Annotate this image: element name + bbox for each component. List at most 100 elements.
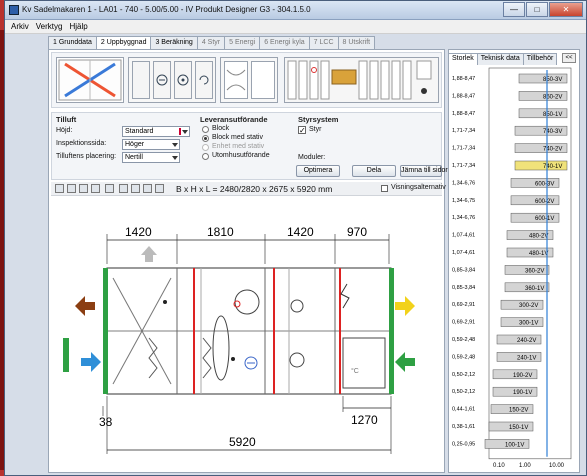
supply-air-arrow-icon (81, 352, 101, 372)
tab-energi[interactable]: 5 Energi (224, 36, 261, 49)
size-bar-label: 850-1V (543, 112, 562, 118)
tab-teknisk-data[interactable]: Teknisk data (476, 53, 524, 65)
size-row-range: 0,85-3,84 (452, 285, 475, 291)
lock-icon[interactable] (143, 184, 152, 193)
moduler-label: Moduler: (298, 154, 326, 161)
undo-icon[interactable] (131, 184, 140, 193)
radio-utomhus[interactable] (202, 153, 209, 160)
tab-uppbyggnad[interactable]: 2 Uppbyggnad (95, 36, 152, 50)
size-row-range: 0,69-2,91 (452, 320, 475, 326)
size-bar-label: 360-1V (525, 286, 544, 292)
refresh-icon (199, 75, 209, 85)
dim-1810: 1810 (207, 225, 234, 239)
tab-energi-kyla[interactable]: 6 Energi kyla (259, 36, 310, 49)
outdoor-air-arrow-icon (395, 296, 415, 316)
size-bar-label: 850-2V (543, 94, 562, 100)
inspektion-value: Höger (125, 141, 145, 148)
menu-verktyg[interactable]: Verktyg (34, 20, 68, 33)
view-3d-icon[interactable] (55, 184, 64, 193)
size-bar-label: 300-1V (519, 321, 538, 327)
size-bar-label: 100-1V (505, 442, 524, 448)
size-panel: 1,88-8,47 850-3V 1,88-8,47 850-2V 1,88-8,47 8… (448, 49, 580, 473)
size-row-range: 0,50-2,12 (452, 389, 475, 395)
tab-styr[interactable]: 4 Styr (196, 36, 226, 49)
view-top-icon[interactable] (91, 184, 100, 193)
radio-enhet-med-stativ-label: Enhet med stativ (212, 143, 265, 150)
heater-coil-option[interactable] (153, 61, 171, 99)
duct-option[interactable] (224, 61, 248, 99)
size-row-range: 0,59-2,48 (452, 337, 475, 343)
component-palette (51, 52, 442, 108)
size-row-range: 1,71-7,34 (452, 128, 475, 134)
fullscreen-icon[interactable] (119, 184, 128, 193)
close-button[interactable]: ✕ (549, 2, 583, 17)
window-title: Kv Sadelmakaren 1 - LA01 - 740 - 5.00/5.… (22, 5, 311, 14)
optimera-button[interactable]: Optimera (296, 165, 340, 177)
dela-button[interactable]: Dela (352, 165, 396, 177)
tab-grunddata[interactable]: 1 Grunddata (48, 36, 97, 49)
radio-block-med-stativ[interactable] (202, 135, 209, 142)
unit-drawing: 1420 1810 1420 970 °C 38 1270 5920 (51, 198, 442, 470)
visningsalternativ-checkbox[interactable] (381, 185, 388, 192)
dimension-summary: B x H x L = 2480/2820 x 2675 x 5920 mm (176, 184, 333, 194)
tab-tillbehor[interactable]: Tillbehör (522, 53, 558, 65)
chevron-down-icon (172, 143, 178, 147)
radio-block-med-stativ-label: Block med stativ (212, 134, 263, 141)
rotor-exchanger-icon (58, 59, 122, 101)
collapse-panel-button[interactable]: << (562, 53, 576, 63)
size-row-range: 1,34-6,76 (452, 180, 475, 186)
swap-icon[interactable] (155, 184, 164, 193)
air-handling-unit-drawing: 1420 1810 1420 970 °C 38 1270 5920 (63, 225, 415, 454)
size-bar-label: 600-3V (535, 181, 554, 187)
size-bar-label: 740-2V (543, 147, 562, 153)
size-row-range: 1,88-8,47 (452, 93, 475, 99)
damper-option[interactable] (195, 61, 213, 99)
cooler-coil-option[interactable] (132, 61, 150, 99)
styr-label: Styr (309, 126, 322, 133)
tab-storlek[interactable]: Storlek (448, 53, 478, 65)
radio-utomhus-label: Utomhusutförande (212, 152, 270, 159)
menu-arkiv[interactable]: Arkiv (9, 20, 34, 33)
heat-recovery-component[interactable] (56, 57, 124, 103)
section-icons (287, 60, 432, 100)
view-front-icon[interactable] (67, 184, 76, 193)
blank-section-option[interactable] (251, 61, 275, 99)
size-row-range: 0,85-3,84 (452, 267, 475, 273)
view-side-icon[interactable] (79, 184, 88, 193)
placering-select[interactable]: Nertill (122, 152, 180, 163)
tab-berakning[interactable]: 3 Beräkning (150, 36, 198, 49)
menu-bar: Arkiv Verktyg Hjälp (5, 20, 586, 34)
coil-component-group[interactable] (128, 57, 216, 103)
hojd-label: Höjd: (56, 127, 73, 134)
dim-1420-b: 1420 (287, 225, 314, 239)
size-row-range: 0,44-1,61 (452, 407, 475, 413)
inspektion-select[interactable]: Höger (122, 139, 180, 150)
radio-enhet-med-stativ[interactable] (202, 144, 209, 151)
styr-checkbox[interactable]: ✓ (298, 126, 306, 135)
title-bar: Kv Sadelmakaren 1 - LA01 - 740 - 5.00/5.… (5, 1, 586, 20)
tab-utskrift[interactable]: 8 Utskrift (337, 36, 376, 49)
styr-heading: Styrsystem (298, 115, 339, 124)
size-bar-label: 240-1V (517, 355, 536, 361)
minimize-button[interactable]: — (503, 2, 525, 17)
view-iso-icon[interactable] (105, 184, 114, 193)
tab-lcc[interactable]: 7 LCC (308, 36, 339, 49)
exhaust-up-arrow-icon (141, 246, 157, 255)
size-bar-label: 740-1V (543, 164, 562, 170)
size-bar-label: 740-3V (543, 129, 562, 135)
chevron-down-icon (182, 130, 188, 134)
radio-block[interactable] (202, 126, 209, 133)
menu-hjalp[interactable]: Hjälp (67, 20, 92, 33)
silencer-component[interactable] (220, 57, 278, 103)
jamna-button[interactable]: Jämna till sidor (400, 165, 448, 177)
dim-38: 38 (99, 415, 113, 429)
drawing-toolbar: B x H x L = 2480/2820 x 2675 x 5920 mm V… (51, 182, 446, 196)
size-bar-label: 240-2V (517, 338, 536, 344)
hojd-select[interactable]: Standard (122, 126, 190, 137)
size-bar-label: 850-3V (543, 77, 562, 83)
maximize-button[interactable]: □ (526, 2, 548, 17)
size-bar-label: 300-2V (519, 303, 538, 309)
size-bar-label: 480-2V (529, 234, 548, 240)
section-components-grid[interactable] (284, 57, 439, 103)
fan-option[interactable] (174, 61, 192, 99)
